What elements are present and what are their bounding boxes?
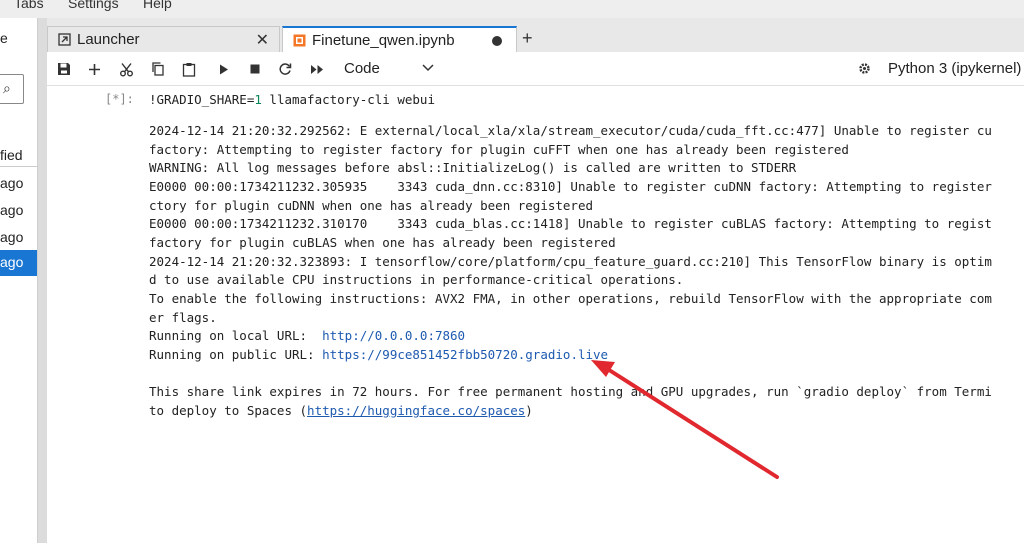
- output-line: WARNING: All log messages before absl::I…: [149, 160, 797, 176]
- launcher-icon: [57, 33, 71, 47]
- tab-bar: Launcher ✕ Finetune_qwen.ipynb +: [47, 18, 1024, 52]
- tab-label: Finetune_qwen.ipynb: [312, 31, 455, 49]
- tab-notebook[interactable]: Finetune_qwen.ipynb: [282, 26, 517, 52]
- local-url-label: Running on local URL:: [149, 328, 323, 344]
- copy-icon[interactable]: [149, 60, 167, 78]
- run-icon[interactable]: [215, 60, 233, 78]
- code-number: 1: [254, 92, 262, 107]
- output-line: factory for plugin cuBLAS when one has a…: [149, 234, 616, 250]
- menu-tabs[interactable]: Tabs: [14, 0, 44, 11]
- output-line: 2024-12-14 21:20:32.323893: I tensorflow…: [149, 253, 992, 269]
- output-line: E0000 00:00:1734211232.310170 3343 cuda_…: [149, 216, 992, 232]
- file-row-selected[interactable]: ago: [0, 250, 37, 276]
- cell-type-select[interactable]: Code: [344, 60, 380, 77]
- tab-label: Launcher: [77, 31, 140, 48]
- insert-cell-icon[interactable]: [85, 60, 103, 78]
- output-line: To enable the following instructions: AV…: [149, 290, 992, 306]
- fast-forward-icon[interactable]: [308, 60, 326, 78]
- cell-prompt: [*]:: [105, 92, 134, 106]
- unsaved-dot-icon[interactable]: [492, 36, 502, 46]
- output-line: E0000 00:00:1734211232.305935 3343 cuda_…: [149, 178, 992, 194]
- modified-column-header[interactable]: fied: [0, 147, 23, 163]
- menu-bar: Tabs Settings Help: [0, 0, 1024, 18]
- new-tab-button[interactable]: +: [522, 28, 533, 49]
- share-text: ): [525, 402, 533, 418]
- file-browser-panel: e ⌕ fied ago ago ago ago: [0, 18, 38, 543]
- code-text: !GRADIO_SHARE=: [149, 92, 255, 107]
- code-text: llamafactory-cli webui: [261, 92, 435, 107]
- public-url-line: Running on public URL: https://99ce85145…: [149, 346, 992, 365]
- close-icon[interactable]: ✕: [256, 30, 269, 50]
- menu-help[interactable]: Help: [143, 0, 172, 11]
- output-line: factory: Attempting to register factory …: [149, 141, 849, 157]
- output-line: ctory for plugin cuDNN when one has alre…: [149, 197, 594, 213]
- local-url-line: Running on local URL: http://0.0.0.0:786…: [149, 327, 992, 346]
- output-line: 2024-12-14 21:20:32.292562: E external/l…: [149, 123, 992, 138]
- spaces-link[interactable]: https://huggingface.co/spaces: [307, 403, 525, 418]
- gear-icon[interactable]: [858, 62, 871, 78]
- output-line: d to use available CPU instructions in p…: [149, 272, 684, 288]
- public-url-link[interactable]: https://99ce851452fbb50720.gradio.live: [322, 347, 608, 362]
- save-icon[interactable]: [55, 60, 73, 78]
- local-url-link[interactable]: http://0.0.0.0:7860: [322, 328, 465, 343]
- file-row-modified: ago: [0, 254, 24, 270]
- restart-icon[interactable]: [276, 60, 294, 78]
- share-text: to deploy to Spaces (: [149, 402, 308, 418]
- paste-icon[interactable]: [180, 60, 198, 78]
- file-browser-header: e: [0, 30, 8, 46]
- public-url-label: Running on public URL:: [149, 346, 323, 362]
- notebook-panel: [*]: !GRADIO_SHARE=1 llamafactory-cli we…: [47, 86, 1024, 543]
- output-line: er flags.: [149, 309, 217, 325]
- code-cell-input[interactable]: !GRADIO_SHARE=1 llamafactory-cli webui: [149, 92, 435, 107]
- file-row-modified[interactable]: ago: [0, 175, 23, 191]
- notebook-icon: [292, 33, 306, 47]
- search-icon: ⌕: [3, 80, 11, 96]
- chevron-down-icon[interactable]: [422, 60, 434, 75]
- panel-splitter[interactable]: [38, 18, 47, 543]
- stop-icon[interactable]: [246, 60, 264, 78]
- file-row-modified[interactable]: ago: [0, 229, 23, 245]
- share-info-line-2: to deploy to Spaces (https://huggingface…: [149, 402, 992, 421]
- share-info-line: This share link expires in 72 hours. For…: [149, 384, 992, 400]
- file-row-modified[interactable]: ago: [0, 202, 23, 218]
- notebook-toolbar: Code Python 3 (ipykernel): [47, 52, 1024, 86]
- file-filter-input[interactable]: ⌕: [0, 74, 24, 104]
- menu-settings[interactable]: Settings: [68, 0, 119, 11]
- header-divider: [0, 166, 37, 167]
- tab-launcher[interactable]: Launcher ✕: [47, 26, 280, 52]
- cell-output: 2024-12-14 21:20:32.292562: E external/l…: [149, 122, 992, 421]
- cut-icon[interactable]: [117, 60, 135, 78]
- kernel-name[interactable]: Python 3 (ipykernel): [888, 60, 1021, 77]
